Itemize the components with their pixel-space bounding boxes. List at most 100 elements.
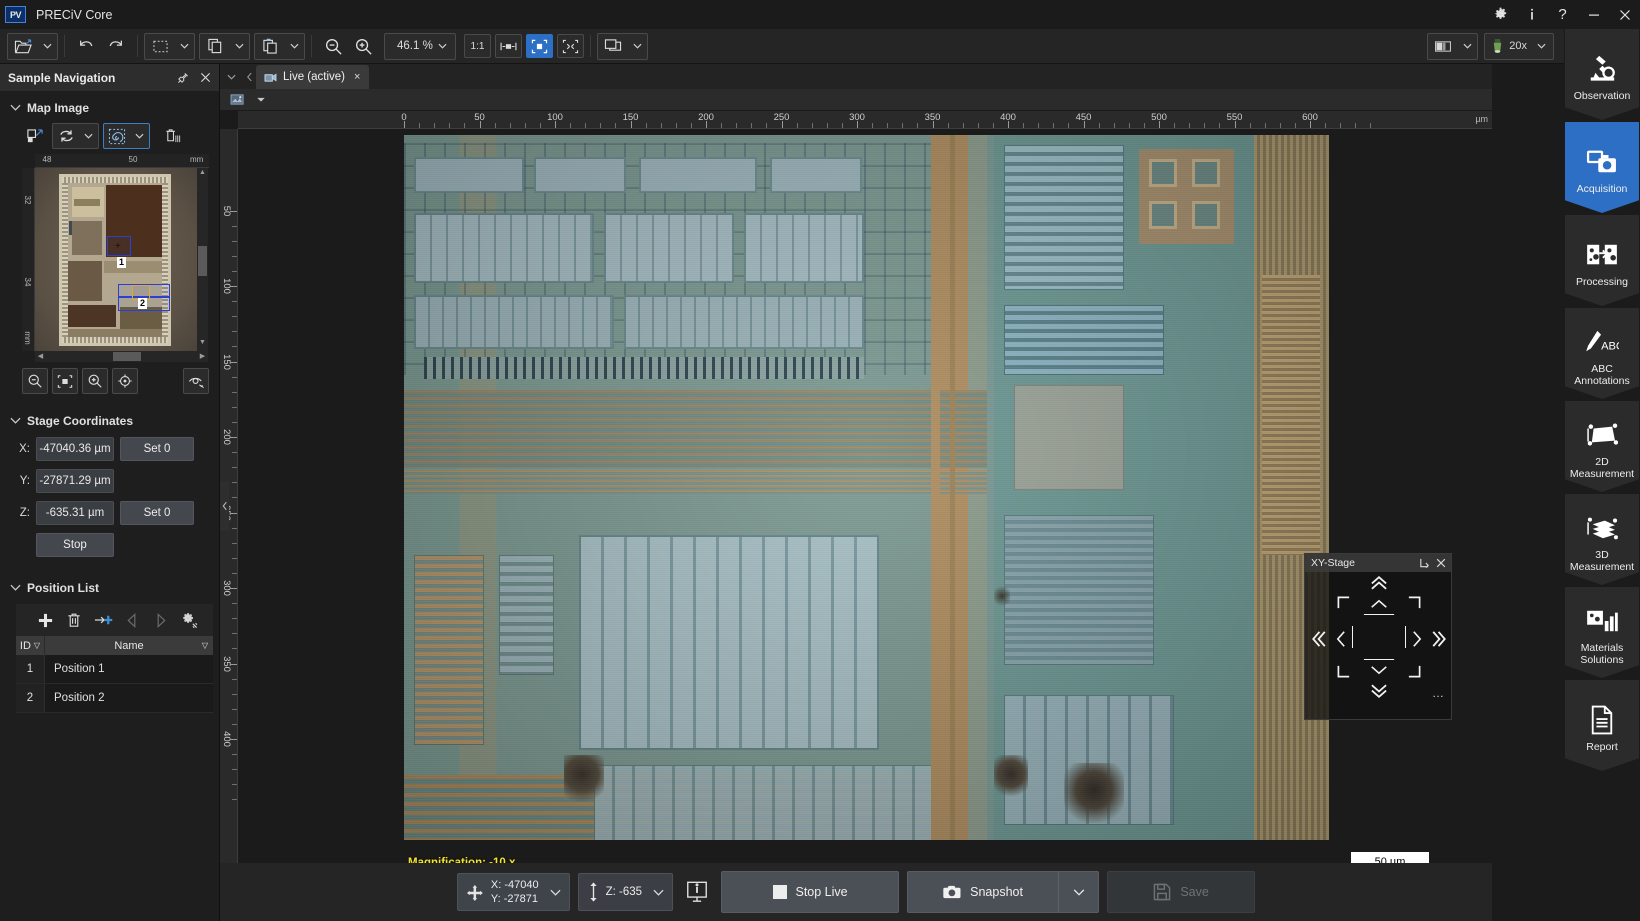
tab-close-icon[interactable]: ×	[354, 71, 360, 83]
xy-readout-caret[interactable]	[546, 879, 565, 906]
map-image-section-header[interactable]: Map Image	[0, 95, 219, 120]
map-image-viewer[interactable]: 48 50 mm 32 34 mm	[22, 154, 209, 362]
layout-split-button[interactable]	[597, 33, 648, 60]
rail-item-report[interactable]: Report	[1565, 680, 1639, 771]
image-settings-icon[interactable]	[228, 91, 248, 109]
close-icon[interactable]	[1609, 0, 1640, 29]
chevron-left-icon[interactable]	[1333, 627, 1349, 651]
stage-x-set-zero-button[interactable]: Set 0	[120, 437, 194, 461]
position-list-header-id[interactable]: ID ▽	[16, 636, 45, 655]
double-chevron-right-icon[interactable]	[1429, 628, 1449, 650]
live-chip-image[interactable]	[404, 135, 1329, 840]
position-row-name[interactable]: Position 2	[45, 684, 213, 712]
monitor-info-icon[interactable]	[681, 876, 713, 908]
position-row-name[interactable]: Position 1	[45, 655, 213, 683]
table-row[interactable]: 2 Position 2	[16, 684, 213, 713]
map-scroll-down-arrow[interactable]: ▼	[197, 339, 208, 350]
corner-bracket-top-left-icon[interactable]	[1337, 596, 1351, 610]
layout-icon[interactable]	[598, 33, 628, 60]
close-icon[interactable]	[1434, 556, 1448, 570]
chevron-down-icon[interactable]	[1367, 662, 1391, 678]
rail-item-2d-measurement[interactable]: 2D Measurement	[1565, 401, 1639, 492]
zoom-level-caret[interactable]	[433, 33, 452, 60]
snapshot-button[interactable]: Snapshot	[907, 871, 1059, 913]
marquee-select-icon[interactable]	[145, 33, 175, 60]
double-chevron-up-icon[interactable]	[1367, 574, 1391, 592]
open-split-button[interactable]	[7, 33, 58, 60]
filter-icon[interactable]: ▽	[202, 641, 208, 650]
live-image-viewport[interactable]: µm 050100150200250300350400450500550600 …	[220, 111, 1492, 895]
stage-y-value[interactable]: -27871.29 µm	[36, 469, 114, 493]
stage-coordinates-section-header[interactable]: Stage Coordinates	[0, 408, 219, 433]
info-icon[interactable]	[1516, 0, 1547, 29]
next-icon[interactable]	[147, 607, 174, 633]
viewport-canvas[interactable]: Magnification: -10 x 50 µm	[238, 129, 1492, 881]
plus-icon[interactable]	[32, 607, 59, 633]
camera-mode-icon[interactable]	[1428, 33, 1458, 60]
copy-split-button[interactable]	[199, 33, 250, 60]
position-list-section-header[interactable]: Position List	[0, 575, 219, 600]
fit-page-button[interactable]	[526, 34, 553, 58]
undock-icon[interactable]	[1417, 556, 1431, 570]
tab-menu-caret[interactable]	[220, 64, 242, 89]
corner-bracket-top-right-icon[interactable]	[1407, 596, 1421, 610]
map-refresh-group[interactable]	[52, 123, 99, 149]
table-row[interactable]: 1 Position 1	[16, 655, 213, 684]
rail-item-acquisition[interactable]: Acquisition	[1565, 122, 1639, 213]
gear-settings-icon[interactable]	[176, 607, 203, 633]
xy-stage-panel[interactable]: XY-Stage	[1304, 553, 1452, 720]
tab-live[interactable]: Live (active) ×	[256, 65, 369, 89]
eye-off-icon[interactable]	[183, 368, 209, 394]
zoom-level-combobox[interactable]: 46.1 %	[384, 33, 456, 60]
redo-icon[interactable]	[101, 33, 131, 60]
rail-item-materials-solutions[interactable]: Materials Solutions	[1565, 587, 1639, 678]
double-chevron-down-icon[interactable]	[1367, 682, 1391, 700]
copy-dropdown-caret[interactable]	[230, 33, 249, 60]
map-horizontal-scrollbar[interactable]: ◀ ▶	[35, 351, 208, 362]
trash-icon[interactable]	[160, 123, 186, 149]
open-folder-icon[interactable]	[8, 33, 38, 60]
corner-bracket-bottom-left-icon[interactable]	[1337, 664, 1351, 678]
fit-icon[interactable]	[52, 368, 78, 394]
zoom-in-icon[interactable]	[348, 33, 378, 60]
z-readout-button[interactable]: Z: -635	[578, 873, 673, 911]
fit-width-button[interactable]	[495, 34, 522, 58]
open-dropdown-caret[interactable]	[38, 33, 57, 60]
position-list-header-name[interactable]: Name ▽	[45, 636, 213, 655]
objective-selector[interactable]: 20x	[1484, 33, 1554, 60]
stage-z-value[interactable]: -635.31 µm	[36, 501, 114, 525]
trash-icon[interactable]	[61, 607, 88, 633]
z-readout-caret[interactable]	[649, 879, 668, 906]
rail-item-3d-measurement[interactable]: 3D Measurement	[1565, 494, 1639, 585]
question-mark-icon[interactable]: ?	[1547, 0, 1578, 29]
panel-collapse-left-handle[interactable]	[220, 481, 229, 531]
stop-live-button[interactable]: Stop Live	[721, 871, 899, 913]
resize-icon[interactable]	[22, 123, 48, 149]
chevron-right-icon[interactable]	[1409, 627, 1425, 651]
undo-icon[interactable]	[71, 33, 101, 60]
map-spiral-group[interactable]	[103, 123, 150, 149]
stage-x-value[interactable]: -47040.36 µm	[36, 437, 114, 461]
view-dropdown-caret[interactable]	[251, 91, 271, 109]
corner-bracket-bottom-right-icon[interactable]	[1407, 664, 1421, 678]
select-split-button[interactable]	[144, 33, 195, 60]
zoom-out-icon[interactable]	[22, 368, 48, 394]
xy-stage-more-button[interactable]: …	[1432, 686, 1445, 700]
spiral-icon[interactable]	[104, 123, 130, 149]
map-spiral-caret[interactable]	[130, 123, 149, 150]
chevron-up-icon[interactable]	[1367, 596, 1391, 612]
camera-mode-caret[interactable]	[1458, 33, 1477, 60]
previous-icon[interactable]	[118, 607, 145, 633]
pin-icon[interactable]	[173, 68, 193, 88]
paste-icon[interactable]	[255, 33, 285, 60]
move-to-icon[interactable]	[90, 607, 117, 633]
paste-dropdown-caret[interactable]	[285, 33, 304, 60]
refresh-icon[interactable]	[53, 123, 79, 149]
xy-readout-button[interactable]: X: -47040 Y: -27871	[457, 873, 570, 911]
stage-z-set-zero-button[interactable]: Set 0	[120, 501, 194, 525]
rail-item-annotations[interactable]: ABC ABC Annotations	[1565, 308, 1639, 399]
select-dropdown-caret[interactable]	[175, 33, 194, 60]
zoom-in-icon[interactable]	[82, 368, 108, 394]
camera-mode-split[interactable]	[1427, 33, 1478, 60]
map-vertical-scrollbar[interactable]: ▲ ▼	[197, 168, 208, 351]
